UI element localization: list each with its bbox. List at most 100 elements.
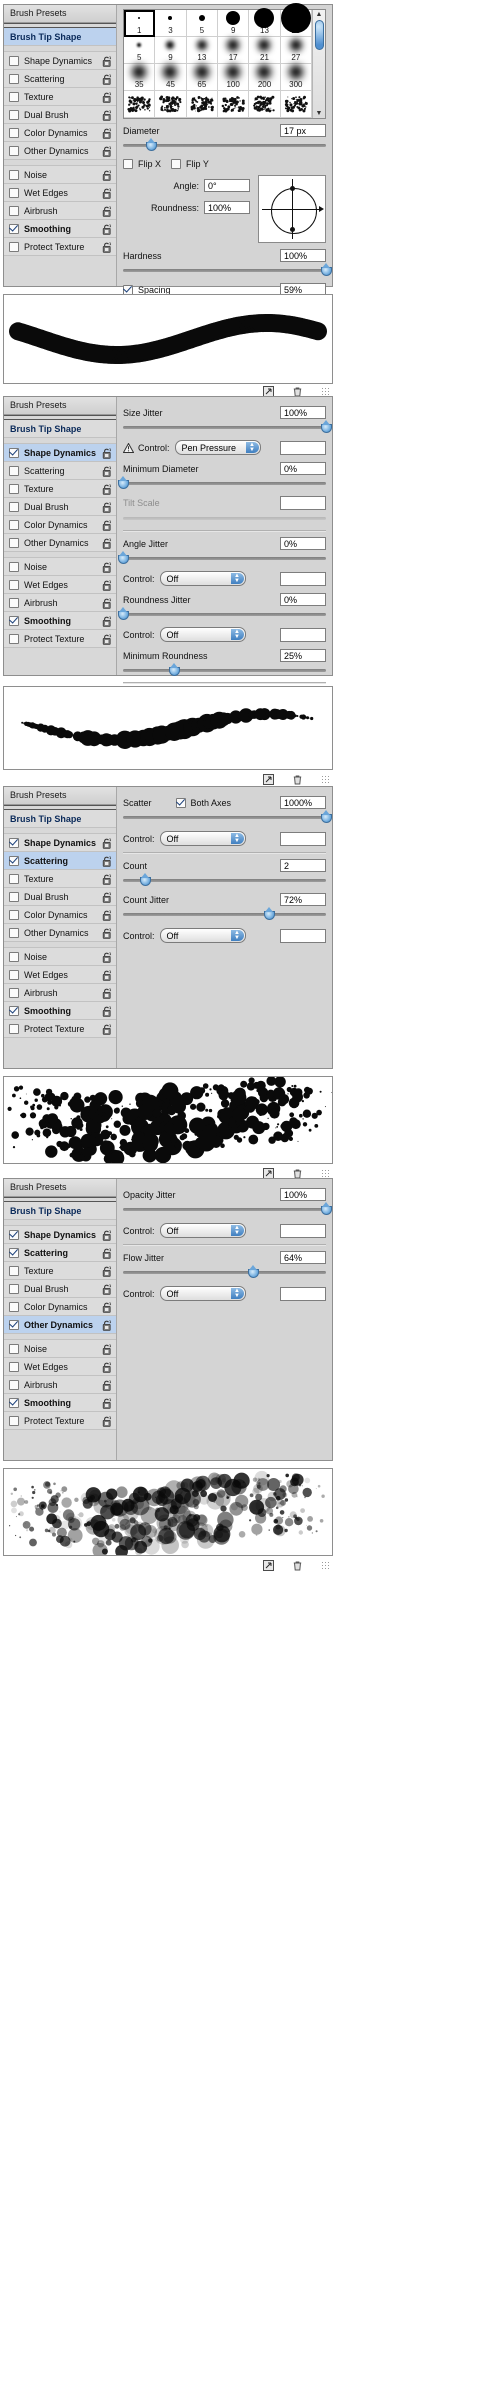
both-axes-box[interactable]	[175, 797, 186, 808]
sidebar-item-scattering[interactable]: Scattering	[4, 852, 116, 870]
size-jitter-input[interactable]: 100%	[280, 406, 326, 419]
angle-input[interactable]: 0°	[204, 179, 250, 192]
roundness-jitter-input[interactable]: 0%	[280, 593, 326, 606]
count-control-extra-input[interactable]	[280, 928, 326, 943]
checkbox-protect-texture[interactable]	[9, 241, 19, 252]
scatter-slider[interactable]	[123, 810, 332, 823]
scatter-input[interactable]: 1000%	[280, 796, 326, 809]
brush-tip-cell[interactable]: 35	[124, 64, 156, 91]
sidebar-item-texture[interactable]: Texture	[4, 870, 116, 888]
lock-icon[interactable]	[102, 1284, 112, 1295]
dial-handle-top[interactable]	[289, 186, 295, 191]
brush-tip-cell[interactable]: 5	[124, 37, 156, 64]
lock-icon[interactable]	[102, 170, 112, 181]
checkbox-wet-edges[interactable]	[9, 1361, 19, 1372]
size-jitter-knob[interactable]	[321, 420, 332, 433]
checkbox-airbrush[interactable]	[9, 597, 19, 608]
lock-icon[interactable]	[102, 856, 112, 867]
checkbox-dual-brush[interactable]	[9, 891, 19, 902]
checkbox-noise[interactable]	[9, 1343, 19, 1354]
angle-roundness-dial[interactable]	[258, 175, 326, 243]
trash-icon[interactable]	[292, 1560, 303, 1571]
sidebar-item-dual-brush[interactable]: Dual Brush	[4, 498, 116, 516]
minimum-roundness-input[interactable]: 25%	[280, 649, 326, 662]
angle-control-dropdown[interactable]: Off ▲ ▼	[159, 571, 246, 586]
brush-presets-header-4[interactable]: Brush Presets	[4, 1179, 116, 1197]
checkbox-shape-dynamics[interactable]	[9, 55, 19, 66]
lock-icon[interactable]	[102, 128, 112, 139]
sidebar-item-dual-brush[interactable]: Dual Brush	[4, 1280, 116, 1298]
lock-icon[interactable]	[102, 502, 112, 513]
checkbox-smoothing[interactable]	[9, 223, 19, 234]
sidebar-item-scattering[interactable]: Scattering	[4, 462, 116, 480]
sidebar-item-airbrush[interactable]: Airbrush	[4, 984, 116, 1002]
sidebar-item-color-dynamics[interactable]: Color Dynamics	[4, 906, 116, 924]
sidebar-item-color-dynamics[interactable]: Color Dynamics	[4, 1298, 116, 1316]
lock-icon[interactable]	[102, 1248, 112, 1259]
sidebar-item-dual-brush[interactable]: Dual Brush	[4, 888, 116, 906]
angle-control-extra-input[interactable]	[280, 571, 326, 586]
checkbox-protect-texture[interactable]	[9, 1023, 19, 1034]
checkbox-other-dynamics[interactable]	[9, 145, 19, 156]
count-slider[interactable]	[123, 873, 326, 886]
flow-jitter-slider[interactable]	[123, 1265, 326, 1278]
flow-jitter-knob[interactable]	[247, 1265, 259, 1278]
chevron-updown-icon[interactable]: ▲ ▼	[230, 629, 244, 640]
minimum-roundness-slider[interactable]	[123, 663, 326, 676]
sidebar-item-wet-edges[interactable]: Wet Edges	[4, 966, 116, 984]
brush-tip-cell[interactable]: 300	[280, 64, 312, 91]
sidebar-item-smoothing[interactable]: Smoothing	[4, 1394, 116, 1412]
size-control-extra-input[interactable]	[280, 440, 326, 455]
opacity-jitter-slider[interactable]	[123, 1202, 332, 1215]
brush-tip-cell[interactable]: 9	[155, 37, 187, 64]
brush-tip-cell[interactable]: 45	[155, 64, 187, 91]
brush-tip-cell[interactable]	[218, 91, 250, 118]
brush-tip-cell[interactable]: 5	[186, 10, 218, 37]
roundness-jitter-knob[interactable]	[118, 607, 129, 620]
new-brush-icon[interactable]	[263, 385, 274, 397]
brush-tip-cell[interactable]	[280, 91, 312, 118]
brush-tip-cell[interactable]: 13	[186, 37, 218, 64]
sidebar-item-wet-edges[interactable]: Wet Edges	[4, 1358, 116, 1376]
sidebar-item-shape-dynamics[interactable]: Shape Dynamics	[4, 444, 116, 462]
opacity-jitter-knob[interactable]	[321, 1202, 332, 1215]
sidebar-item-other-dynamics[interactable]: Other Dynamics	[4, 1316, 116, 1334]
sidebar-item-brush-tip-shape[interactable]: Brush Tip Shape	[4, 28, 116, 46]
checkbox-smoothing[interactable]	[9, 1397, 19, 1408]
sidebar-item-noise[interactable]: Noise	[4, 166, 116, 184]
lock-icon[interactable]	[102, 188, 112, 199]
lock-icon[interactable]	[102, 1230, 112, 1241]
checkbox-dual-brush[interactable]	[9, 501, 19, 512]
lock-icon[interactable]	[102, 466, 112, 477]
scroll-down-icon[interactable]: ▼	[316, 110, 323, 117]
sidebar-item-other-dynamics[interactable]: Other Dynamics	[4, 534, 116, 552]
sidebar-item-airbrush[interactable]: Airbrush	[4, 594, 116, 612]
diameter-input[interactable]: 17 px	[280, 124, 326, 137]
brush-tip-cell[interactable]: 9	[218, 10, 250, 37]
lock-icon[interactable]	[102, 874, 112, 885]
roundness-control-extra-input[interactable]	[280, 627, 326, 642]
diameter-slider[interactable]	[123, 138, 326, 151]
brush-tip-cell[interactable]: 100	[218, 64, 250, 91]
size-control-dropdown[interactable]: Pen Pressure ▲ ▼	[174, 440, 261, 455]
checkbox-scattering[interactable]	[9, 855, 19, 866]
sidebar-item-other-dynamics[interactable]: Other Dynamics	[4, 924, 116, 942]
checkbox-color-dynamics[interactable]	[9, 127, 19, 138]
lock-icon[interactable]	[102, 1362, 112, 1373]
checkbox-texture[interactable]	[9, 91, 19, 102]
roundness-control-dropdown[interactable]: Off ▲ ▼	[159, 627, 246, 642]
count-jitter-input[interactable]: 72%	[280, 893, 326, 906]
new-brush-icon[interactable]	[263, 1167, 274, 1179]
checkbox-noise[interactable]	[9, 951, 19, 962]
sidebar-item-wet-edges[interactable]: Wet Edges	[4, 184, 116, 202]
brush-tip-cell[interactable]: 13	[249, 8, 281, 37]
lock-icon[interactable]	[102, 1302, 112, 1313]
count-jitter-knob[interactable]	[264, 907, 276, 920]
lock-icon[interactable]	[102, 1344, 112, 1355]
sidebar-item-smoothing[interactable]: Smoothing	[4, 1002, 116, 1020]
chevron-updown-icon[interactable]: ▲ ▼	[230, 573, 244, 584]
trash-icon[interactable]	[292, 1168, 303, 1179]
sidebar-item-noise[interactable]: Noise	[4, 1340, 116, 1358]
sidebar-item-noise[interactable]: Noise	[4, 948, 116, 966]
scatter-knob[interactable]	[321, 810, 332, 823]
